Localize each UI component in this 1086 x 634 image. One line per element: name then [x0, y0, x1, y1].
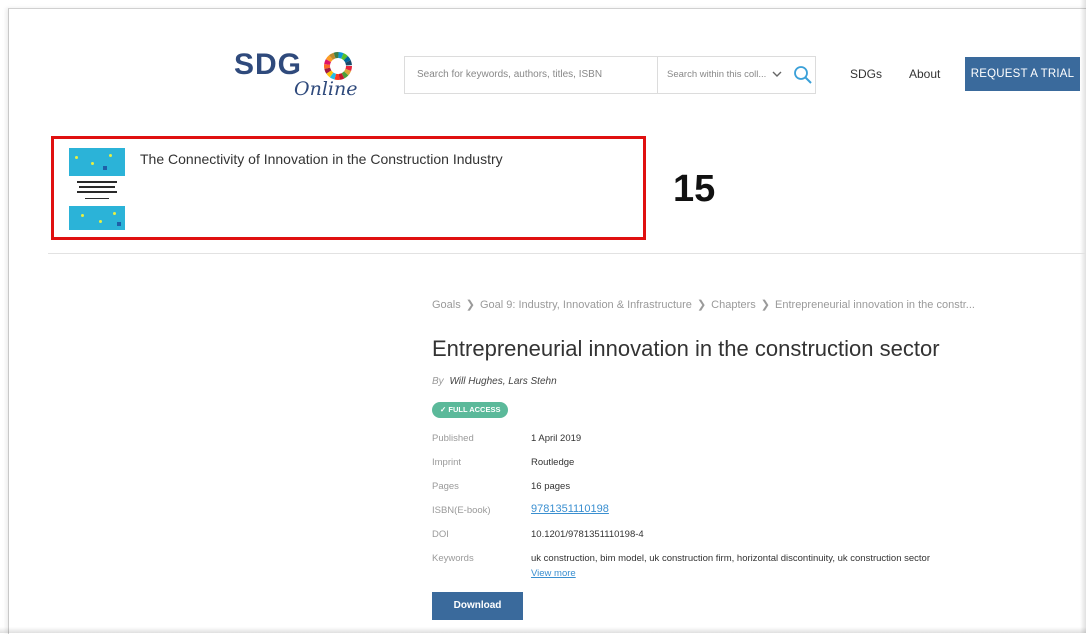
search-divider — [657, 57, 658, 93]
breadcrumb-goals[interactable]: Goals — [432, 299, 461, 311]
book-title[interactable]: The Connectivity of Innovation in the Co… — [140, 151, 503, 167]
published-value: 1 April 2019 — [531, 433, 582, 444]
search-scope-select[interactable]: Search within this coll... — [667, 69, 766, 80]
browser-frame — [8, 8, 1086, 634]
annotation-number: 15 — [673, 168, 716, 210]
book-cover-image[interactable] — [69, 148, 125, 230]
logo-subtext: Online — [294, 78, 358, 100]
chevron-down-icon[interactable] — [772, 70, 782, 78]
isbn-label: ISBN(E-book) — [432, 505, 491, 516]
frame-shadow — [1080, 0, 1086, 633]
cover-square — [103, 166, 107, 170]
pages-label: Pages — [432, 481, 459, 492]
imprint-label: Imprint — [432, 457, 462, 468]
section-divider — [48, 253, 1086, 254]
cover-dot — [81, 214, 84, 217]
nav-sdgs[interactable]: SDGs — [850, 67, 882, 81]
search-icon[interactable] — [793, 65, 813, 85]
sdg-online-logo[interactable]: SDG Online — [234, 48, 364, 100]
breadcrumb-goal-9[interactable]: Goal 9: Industry, Innovation & Infrastru… — [480, 299, 692, 311]
doi-label: DOI — [432, 529, 449, 540]
cover-dot — [75, 156, 78, 159]
cover-square — [117, 222, 121, 226]
byline: By Will Hughes, Lars Stehn — [432, 376, 557, 387]
cover-dot — [113, 212, 116, 215]
logo-text: SDG — [234, 48, 303, 81]
search-input[interactable]: Search for keywords, authors, titles, IS… — [417, 69, 602, 80]
request-trial-button[interactable]: REQUEST A TRIAL — [965, 57, 1080, 91]
breadcrumb-current: Entrepreneurial innovation in the constr… — [775, 299, 975, 311]
breadcrumb: Goals ❯ Goal 9: Industry, Innovation & Inf… — [432, 298, 975, 311]
doi-value: 10.1201/9781351110198-4 — [531, 529, 644, 540]
search-bar: Search for keywords, authors, titles, IS… — [404, 56, 816, 94]
cover-text-line — [77, 191, 117, 193]
cover-dot — [99, 220, 102, 223]
full-access-badge: ✓ FULL ACCESS — [432, 402, 509, 418]
cover-text-line — [85, 198, 109, 199]
cover-text-line — [77, 181, 117, 183]
download-button[interactable]: Download — [432, 592, 523, 620]
cover-dot — [109, 154, 112, 157]
published-label: Published — [432, 433, 474, 444]
view-more-link[interactable]: View more — [531, 568, 576, 579]
isbn-link[interactable]: 9781351110198 — [531, 503, 609, 515]
chevron-right-icon: ❯ — [760, 299, 771, 311]
chapter-title: Entrepreneurial innovation in the constr… — [432, 336, 940, 361]
cover-dot — [91, 162, 94, 165]
pages-value: 16 pages — [531, 481, 571, 492]
chevron-right-icon: ❯ — [696, 299, 707, 311]
keywords-label: Keywords — [432, 553, 474, 564]
by-label: By — [432, 376, 444, 387]
nav-about[interactable]: About — [909, 67, 940, 81]
chevron-right-icon: ❯ — [465, 299, 475, 311]
authors[interactable]: Will Hughes, Lars Stehn — [449, 376, 556, 387]
breadcrumb-chapters[interactable]: Chapters — [711, 299, 756, 311]
cover-text-line — [79, 186, 115, 188]
frame-shadow-bottom — [0, 627, 1086, 633]
keywords-value: uk construction, bim model, uk construct… — [531, 553, 930, 564]
imprint-value: Routledge — [531, 457, 575, 468]
